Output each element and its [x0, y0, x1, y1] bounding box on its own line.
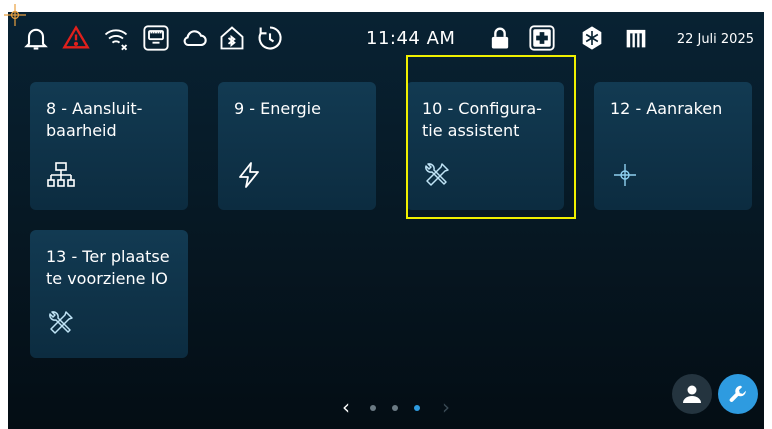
user-button[interactable] — [672, 374, 712, 414]
tile-onsite-io[interactable]: 13 - Ter plaatse te voorziene IO — [30, 230, 188, 358]
settings-button[interactable] — [718, 374, 758, 414]
crosshair-icon — [610, 160, 640, 190]
tile-label: 12 - Aanraken — [610, 99, 723, 118]
door-icon[interactable] — [622, 24, 650, 52]
prev-page-button[interactable]: ‹ — [342, 396, 350, 418]
tile-label: 8 - Aansluit-baarheid — [46, 99, 143, 140]
next-page-button[interactable]: › — [442, 396, 450, 418]
timer-icon[interactable] — [256, 24, 284, 52]
tile-label: 9 - Energie — [234, 99, 321, 118]
page-dot-3-active[interactable] — [414, 405, 420, 411]
wrench-icon — [729, 385, 746, 402]
tile-label: 10 - Configura-tie assistent — [422, 99, 542, 140]
status-bar: 11:44 AM 22 Juli 2025 — [8, 12, 764, 64]
tile-energy[interactable]: 9 - Energie — [218, 82, 376, 210]
medical-cross-icon[interactable] — [528, 24, 556, 52]
ethernet-icon[interactable] — [142, 24, 170, 52]
home-bluetooth-icon[interactable] — [218, 24, 246, 52]
page-dot-1[interactable] — [370, 405, 376, 411]
date-label: 22 Juli 2025 — [676, 32, 754, 47]
lock-icon[interactable] — [486, 24, 514, 52]
network-icon — [46, 160, 76, 190]
user-icon — [683, 385, 701, 403]
lightning-icon — [234, 160, 264, 190]
tile-connectivity[interactable]: 8 - Aansluit-baarheid — [30, 82, 188, 210]
cloud-icon[interactable] — [180, 24, 208, 52]
wifi-off-icon[interactable] — [102, 24, 130, 52]
page-dot-2[interactable] — [392, 405, 398, 411]
device-screen: 11:44 AM 22 Juli 2025 8 - Aansluit-baarh… — [8, 12, 764, 429]
tile-configuration-assistant[interactable]: 10 - Configura-tie assistent — [406, 82, 564, 210]
tile-label: 13 - Ter plaatse te voorziene IO — [46, 247, 170, 288]
warning-icon[interactable] — [62, 24, 90, 52]
tools-icon — [46, 308, 76, 338]
tools-icon — [422, 160, 452, 190]
snowflake-icon[interactable] — [578, 24, 606, 52]
page-indicator: ‹ › — [338, 396, 458, 420]
tile-touch[interactable]: 12 - Aanraken — [594, 82, 752, 210]
clock-time: 11:44 AM — [366, 28, 456, 49]
crosshair-marker-icon — [4, 4, 26, 26]
